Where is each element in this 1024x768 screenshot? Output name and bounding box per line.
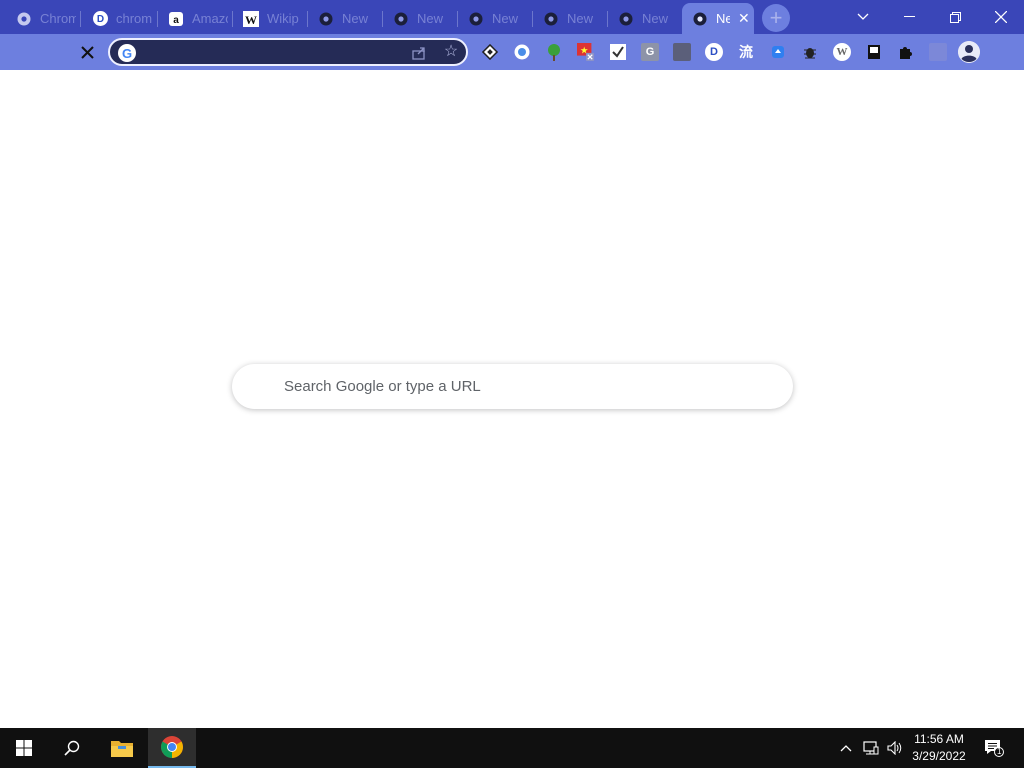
amazon-icon: a — [168, 11, 184, 27]
tab-title: New — [567, 11, 594, 26]
chrome-icon — [468, 11, 484, 27]
notification-count: 1 — [997, 747, 1002, 756]
search-box[interactable]: Search Google or type a URL — [232, 364, 793, 409]
restore-button[interactable] — [932, 0, 978, 34]
ext-flag-icon[interactable]: ★ — [577, 43, 595, 61]
tab-search-icon — [857, 13, 869, 20]
tab-new-2[interactable]: New — [383, 3, 458, 34]
ext-diamond-icon[interactable] — [481, 43, 499, 61]
restore-icon — [949, 11, 961, 23]
d-letter-icon: D — [92, 11, 108, 27]
network-button[interactable] — [860, 728, 882, 768]
file-explorer-button[interactable] — [98, 728, 146, 768]
ext-d-label: D — [710, 46, 718, 58]
new-tab-button[interactable]: + — [762, 4, 790, 32]
ext-kanji-label: 流 — [739, 45, 753, 61]
ext-bug-icon[interactable] — [801, 43, 819, 61]
taskbar: 11:56 AM 3/29/2022 1 — [0, 728, 1024, 768]
tab-search-button[interactable] — [840, 0, 886, 34]
stop-loading-button[interactable] — [74, 39, 100, 65]
folder-icon — [111, 741, 133, 757]
taskbar-search-button[interactable] — [48, 728, 96, 768]
bookmark-star-icon[interactable]: ☆ — [442, 43, 460, 61]
svg-text:a: a — [173, 15, 179, 26]
minimize-button[interactable] — [886, 0, 932, 34]
tab-new-1[interactable]: New — [308, 3, 383, 34]
ext-kanji-icon[interactable]: 流 — [737, 43, 755, 61]
ext-d-icon[interactable]: D — [705, 43, 723, 61]
search-icon — [64, 740, 80, 756]
ext-g-icon[interactable]: G — [641, 43, 659, 61]
windows-icon — [16, 740, 32, 756]
chrome-icon — [618, 11, 634, 27]
tab-title: New — [492, 11, 519, 26]
ext-g-label: G — [645, 46, 655, 58]
action-center-button[interactable]: 1 — [980, 728, 1008, 768]
ext-w-label: W — [836, 46, 848, 58]
tab-new-5[interactable]: New — [608, 3, 681, 34]
show-hidden-icons-button[interactable] — [836, 728, 856, 768]
stop-icon — [80, 45, 94, 59]
clock-time: 11:56 AM — [914, 732, 964, 746]
tab-title: New — [417, 11, 444, 26]
google-icon: G — [118, 44, 136, 62]
clock-date: 3/29/2022 — [912, 749, 966, 763]
ext-gray-icon[interactable] — [673, 43, 691, 61]
start-button[interactable] — [0, 728, 48, 768]
chrome-icon — [161, 736, 183, 758]
minimize-icon — [903, 16, 915, 17]
ext-circle-icon[interactable] — [513, 43, 531, 61]
profile-avatar-icon[interactable] — [958, 41, 980, 63]
tab-title: Ne — [716, 11, 730, 26]
new-tab-page: Search Google or type a URL — [0, 70, 1024, 728]
wikipedia-icon: W — [243, 10, 259, 27]
share-icon[interactable] — [410, 44, 428, 62]
tab-new-active[interactable]: Ne ✕ — [682, 3, 754, 34]
chrome-icon — [543, 11, 559, 27]
puzzle-icon[interactable] — [897, 43, 915, 61]
tab-new-3[interactable]: New — [458, 3, 533, 34]
address-input[interactable] — [144, 43, 404, 63]
ext-blue-icon[interactable] — [769, 43, 787, 61]
chrome-icon — [393, 11, 409, 27]
tab-title: Wikip — [267, 11, 299, 26]
chrome-icon — [318, 11, 334, 27]
search-placeholder: Search Google or type a URL — [284, 378, 481, 395]
tab-amazon[interactable]: a Amazo — [158, 3, 233, 34]
system-clock[interactable]: 11:56 AM 3/29/2022 — [904, 731, 974, 765]
tab-title: Amazo — [192, 11, 228, 26]
tab-chrome[interactable]: Chrom — [6, 3, 81, 34]
svg-text:D: D — [96, 14, 103, 25]
speaker-icon — [886, 741, 901, 755]
tab-separator — [80, 11, 81, 27]
address-bar[interactable]: G ☆ — [108, 38, 468, 66]
tab-strip: Chrom D chrom a Amazo W Wikip New New — [0, 0, 1024, 34]
plus-icon: + — [769, 5, 783, 30]
tab-title: New — [642, 11, 669, 26]
volume-button[interactable] — [884, 728, 906, 768]
toolbar: G ☆ ★ G D 流 W — [0, 34, 1024, 70]
tab-close-icon[interactable]: ✕ — [738, 10, 750, 27]
tab-title: Chrom — [40, 11, 76, 26]
close-window-button[interactable] — [978, 0, 1024, 34]
ext-tree-icon[interactable] — [545, 43, 563, 61]
chevron-up-icon — [840, 745, 852, 752]
tab-new-4[interactable]: New — [533, 3, 608, 34]
ext-blank-icon[interactable] — [929, 43, 947, 61]
ext-bookmark-icon[interactable] — [865, 43, 883, 61]
svg-text:W: W — [245, 13, 257, 27]
tab-wikipedia[interactable]: W Wikip — [233, 3, 308, 34]
ext-check-icon[interactable] — [609, 43, 627, 61]
tab-chrom[interactable]: D chrom — [82, 3, 158, 34]
tab-title: New — [342, 11, 369, 26]
ext-w-icon[interactable]: W — [833, 43, 851, 61]
close-icon — [995, 11, 1007, 23]
tab-title: chrom — [116, 11, 152, 26]
chrome-icon — [16, 11, 32, 27]
chrome-taskbar-button[interactable] — [148, 728, 196, 768]
chrome-icon — [692, 11, 708, 27]
network-icon — [863, 741, 879, 755]
